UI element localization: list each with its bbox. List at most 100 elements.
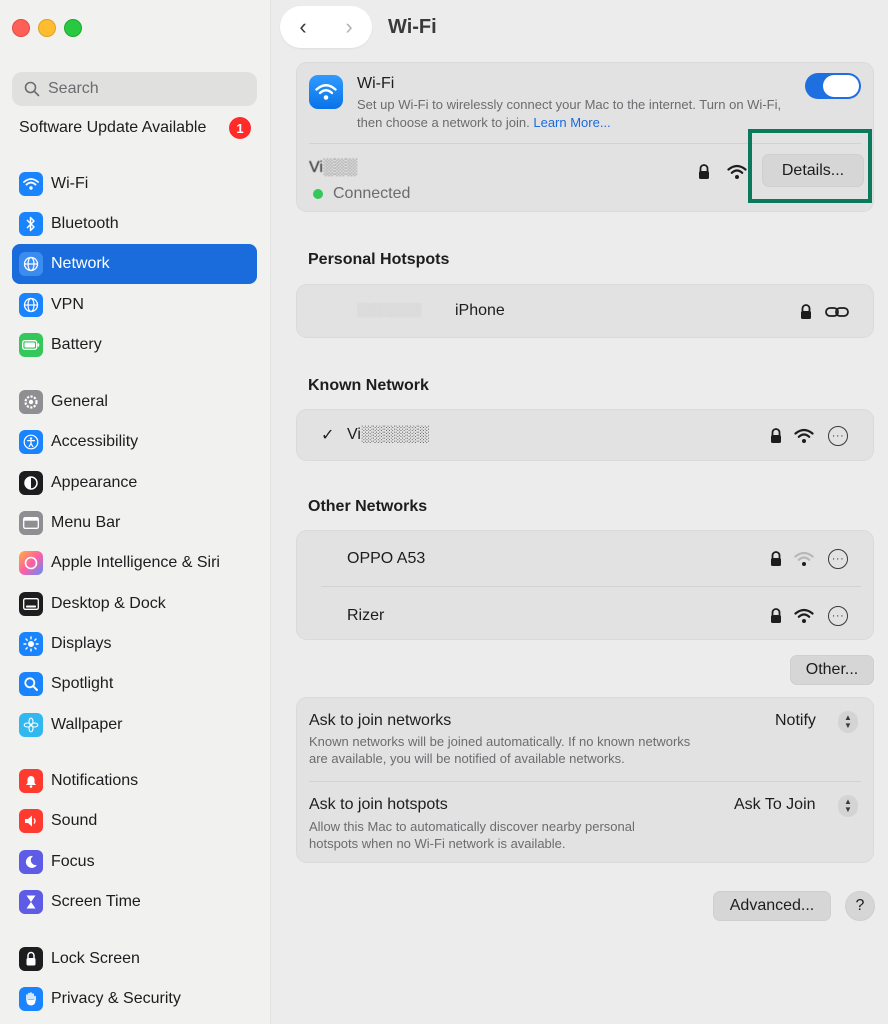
sidebar-item-lock-screen[interactable]: Lock Screen	[12, 939, 257, 979]
more-options-icon[interactable]: ···	[828, 426, 848, 446]
sidebar-item-privacy-security[interactable]: Privacy & Security	[12, 979, 257, 1019]
sidebar-item-wallpaper[interactable]: Wallpaper	[12, 705, 257, 745]
sidebar-item-label: Lock Screen	[51, 950, 140, 967]
ask-networks-stepper-icon[interactable]: ▲ ▼	[838, 711, 858, 733]
sidebar-item-appearance[interactable]: Appearance	[12, 463, 257, 503]
wifi-signal-icon	[727, 164, 747, 179]
ask-hotspots-description-2: hotspots when no Wi-Fi network is availa…	[309, 836, 566, 851]
battery-icon	[19, 333, 43, 357]
bell-icon	[19, 769, 43, 793]
sidebar-item-label: General	[51, 393, 108, 410]
link-icon	[825, 307, 849, 317]
wifi-description: Set up Wi-Fi to wirelessly connect your …	[357, 96, 797, 132]
lock-icon	[771, 428, 781, 443]
ask-to-join-networks-value[interactable]: Notify	[775, 712, 816, 730]
page-title: Wi-Fi	[388, 16, 437, 38]
ask-to-join-networks-label: Ask to join networks	[309, 712, 452, 729]
sidebar-item-vpn[interactable]: VPN	[12, 285, 257, 325]
ask-networks-description-1: Known networks will be joined automatica…	[309, 734, 691, 749]
ask-to-join-hotspots-label: Ask to join hotspots	[309, 796, 448, 813]
vpn-globe-icon	[19, 293, 43, 317]
sidebar-item-screen-time[interactable]: Screen Time	[12, 882, 257, 922]
current-network-name: Vi░░░	[309, 159, 357, 177]
ask-hotspots-description-1: Allow this Mac to automatically discover…	[309, 819, 635, 834]
software-update-item[interactable]: Software Update Available 1	[19, 116, 251, 140]
minimize-window-button[interactable]	[38, 19, 56, 37]
wifi-signal-icon	[794, 428, 814, 443]
zoom-window-button[interactable]	[64, 19, 82, 37]
hotspot-owner: ░░░░░░░	[357, 302, 422, 317]
sidebar-item-battery[interactable]: Battery	[12, 325, 257, 365]
search-icon	[24, 81, 40, 97]
hotspot-name[interactable]: iPhone	[455, 302, 505, 320]
sidebar-item-network[interactable]: Network	[12, 244, 257, 284]
known-network-card: ✓ Vi░░░░░░ ···	[296, 409, 874, 461]
sidebar-item-displays[interactable]: Displays	[12, 624, 257, 664]
sidebar-item-bluetooth[interactable]: Bluetooth	[12, 204, 257, 244]
divider	[309, 781, 861, 782]
network-name-oppo[interactable]: OPPO A53	[347, 550, 425, 568]
sidebar-item-wifi[interactable]: Wi-Fi	[12, 164, 257, 204]
wifi-signal-icon	[794, 608, 814, 623]
sidebar-item-label: Battery	[51, 336, 102, 353]
other-network-button[interactable]: Other...	[790, 655, 874, 685]
advanced-button[interactable]: Advanced...	[713, 891, 831, 921]
status-text: Connected	[333, 185, 411, 202]
sidebar-item-label: Appearance	[51, 474, 138, 491]
forward-button[interactable]: ›	[345, 16, 352, 38]
close-window-button[interactable]	[12, 19, 30, 37]
sidebar-item-label: Accessibility	[51, 433, 139, 450]
wifi-icon	[19, 172, 43, 196]
gear-icon	[19, 390, 43, 414]
sidebar-item-label: VPN	[51, 296, 84, 313]
sidebar-item-menu-bar[interactable]: Menu Bar	[12, 503, 257, 543]
sidebar-item-general[interactable]: General	[12, 382, 257, 422]
toggle-knob	[823, 75, 859, 97]
hourglass-icon	[19, 890, 43, 914]
back-button[interactable]: ‹	[299, 16, 306, 38]
personal-hotspots-heading: Personal Hotspots	[308, 251, 450, 268]
sidebar-item-spotlight[interactable]: Spotlight	[12, 664, 257, 704]
sidebar-item-label: Bluetooth	[51, 215, 119, 232]
globe-icon	[19, 252, 43, 276]
ask-hotspots-stepper-icon[interactable]: ▲ ▼	[838, 795, 858, 817]
hand-icon	[19, 987, 43, 1011]
sidebar-item-label: Displays	[51, 635, 112, 652]
update-count-badge: 1	[229, 117, 251, 139]
wifi-weak-signal-icon	[794, 551, 814, 566]
lock-icon	[771, 608, 781, 623]
other-networks-card: OPPO A53 ··· Rizer ···	[296, 530, 874, 640]
ask-to-join-hotspots-value[interactable]: Ask To Join	[734, 796, 816, 814]
status-dot	[313, 189, 323, 199]
menu-bar-icon	[19, 511, 43, 535]
sidebar-item-label: Spotlight	[51, 675, 114, 692]
learn-more-link[interactable]: Learn More...	[533, 115, 610, 130]
sidebar-item-sound[interactable]: Sound	[12, 801, 257, 841]
known-network-name[interactable]: Vi░░░░░░	[347, 426, 429, 444]
software-update-label: Software Update Available	[19, 119, 207, 136]
history-navigation: ‹ ›	[280, 6, 372, 48]
network-name-rizer[interactable]: Rizer	[347, 607, 384, 625]
search-input[interactable]: Search	[12, 72, 257, 106]
speaker-icon	[19, 809, 43, 833]
wifi-app-icon	[309, 75, 343, 109]
help-button[interactable]: ?	[845, 891, 875, 921]
sidebar-item-desktop-dock[interactable]: Desktop & Dock	[12, 584, 257, 624]
known-network-heading: Known Network	[308, 377, 429, 394]
sidebar-item-label: Notifications	[51, 772, 139, 789]
sidebar-item-label: Network	[51, 255, 110, 272]
sidebar-item-focus[interactable]: Focus	[12, 842, 257, 882]
appearance-icon	[19, 471, 43, 495]
more-options-icon[interactable]: ···	[828, 606, 848, 626]
bluetooth-icon	[19, 212, 43, 236]
more-options-icon[interactable]: ···	[828, 549, 848, 569]
current-network-text: Vi░░░	[309, 159, 357, 176]
join-settings-card: Ask to join networks Notify ▲ ▼ Known net…	[296, 697, 874, 863]
sidebar-item-accessibility[interactable]: Accessibility	[12, 422, 257, 462]
sidebar-item-apple-intelligence-siri[interactable]: Apple Intelligence & Siri	[12, 543, 257, 583]
sidebar-item-label: Screen Time	[51, 893, 141, 910]
wifi-toggle[interactable]	[805, 73, 861, 99]
sidebar: Search Software Update Available 1 Wi-Fi…	[0, 0, 271, 1024]
ask-networks-description-2: are available, you will be notified of a…	[309, 751, 625, 766]
sidebar-item-notifications[interactable]: Notifications	[12, 761, 257, 801]
